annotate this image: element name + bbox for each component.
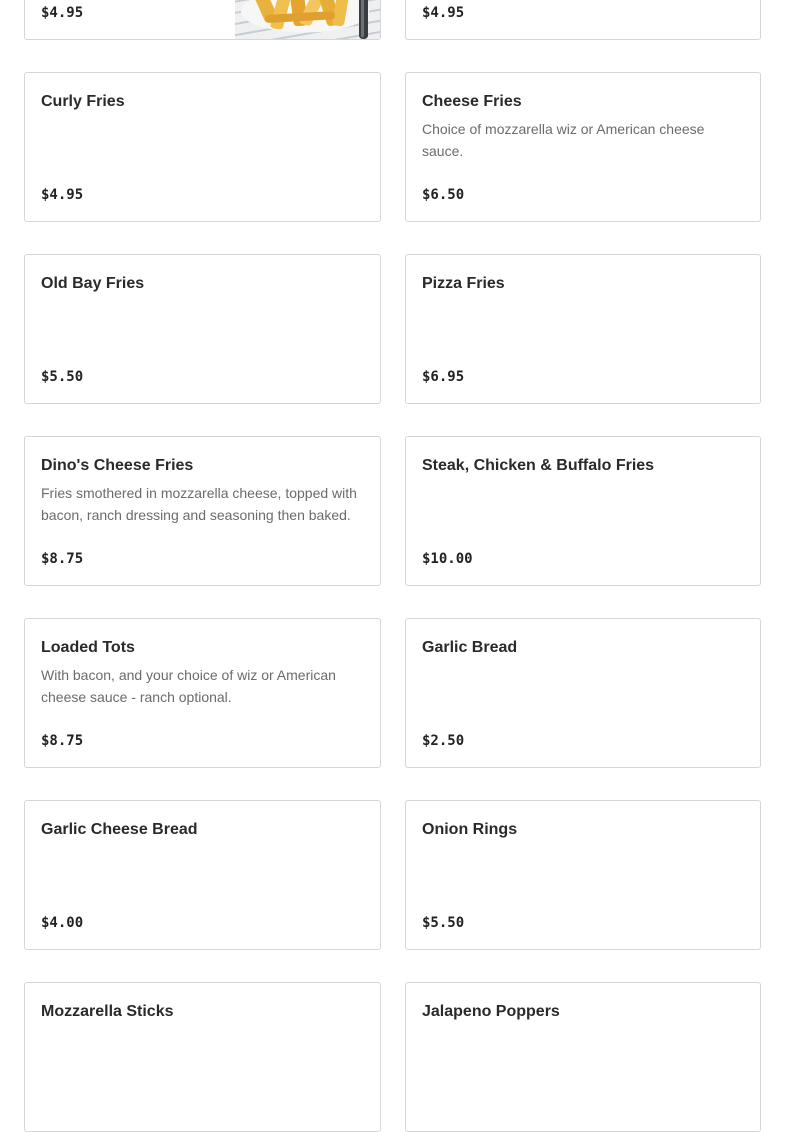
menu-item-price: $6.50 (422, 187, 465, 203)
menu-item-name: Jalapeno Poppers (422, 1003, 560, 1020)
menu-item-card[interactable]: $4.95 (405, 0, 761, 40)
menu-item-card[interactable]: Steak, Chicken & Buffalo Fries $10.00 (405, 436, 761, 586)
menu-item-card[interactable]: Mozzarella Sticks (24, 982, 381, 1132)
menu-item-name: Cheese Fries (422, 93, 522, 110)
menu-item-price: $10.00 (422, 551, 473, 567)
menu-item-price: $6.95 (422, 369, 465, 385)
menu-item-name: Garlic Bread (422, 639, 518, 656)
fries-photo-thumbnail (235, 0, 380, 39)
menu-item-card[interactable]: Dino's Cheese Fries Fries smothered in m… (24, 436, 381, 586)
menu-item-price: $8.75 (41, 551, 84, 567)
menu-item-price: $2.50 (422, 733, 465, 749)
menu-item-name: Steak, Chicken & Buffalo Fries (422, 457, 655, 474)
menu-item-card[interactable]: Old Bay Fries $5.50 (24, 254, 381, 404)
menu-item-description: With bacon, and your choice of wiz or Am… (41, 667, 336, 705)
fries-photo-icon (241, 0, 369, 39)
menu-item-card[interactable]: Garlic Bread $2.50 (405, 618, 761, 768)
menu-item-price: $5.50 (41, 369, 84, 385)
menu-item-card[interactable]: Onion Rings $5.50 (405, 800, 761, 950)
menu-item-price: $4.00 (41, 915, 84, 931)
menu-item-description: Fries smothered in mozzarella cheese, to… (41, 485, 357, 523)
menu-item-price: $5.50 (422, 915, 465, 931)
menu-item-name: Dino's Cheese Fries (41, 457, 194, 474)
menu-item-card[interactable]: Pizza Fries $6.95 (405, 254, 761, 404)
menu-item-name: Onion Rings (422, 821, 518, 838)
menu-item-card[interactable]: Garlic Cheese Bread $4.00 (24, 800, 381, 950)
menu-item-name: Old Bay Fries (41, 275, 145, 292)
menu-item-price: $4.95 (41, 5, 84, 21)
menu-item-card[interactable]: Cheese Fries Choice of mozzarella wiz or… (405, 72, 761, 222)
menu-items-grid: $4.95 $4.95 Curly Fries $4.95 Cheese Fri… (24, 0, 761, 1132)
menu-item-price: $4.95 (422, 5, 465, 21)
menu-item-name: Pizza Fries (422, 275, 505, 292)
menu-item-card[interactable]: Curly Fries $4.95 (24, 72, 381, 222)
menu-item-name: Mozzarella Sticks (41, 1003, 174, 1020)
menu-item-name: Loaded Tots (41, 639, 135, 656)
menu-item-description: Choice of mozzarella wiz or American che… (422, 121, 705, 159)
menu-item-card[interactable]: $4.95 (24, 0, 381, 40)
menu-item-price: $4.95 (41, 187, 84, 203)
menu-item-name: Curly Fries (41, 93, 125, 110)
menu-item-price: $8.75 (41, 733, 84, 749)
menu-item-card[interactable]: Loaded Tots With bacon, and your choice … (24, 618, 381, 768)
menu-item-card[interactable]: Jalapeno Poppers (405, 982, 761, 1132)
menu-item-name: Garlic Cheese Bread (41, 821, 198, 838)
